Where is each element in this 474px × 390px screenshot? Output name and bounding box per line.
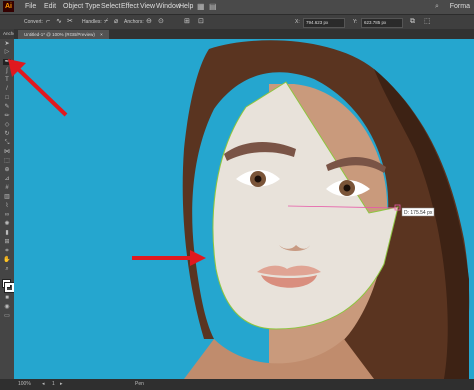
- left-pupil: [254, 175, 262, 183]
- draw-mode-icon[interactable]: ◉: [3, 304, 11, 310]
- arrow-annotation-jaw: [132, 250, 206, 266]
- arrange-documents-icon[interactable]: ▤: [209, 0, 217, 14]
- current-tool-status: Pen: [135, 381, 144, 387]
- menu-edit[interactable]: Edit: [44, 0, 56, 14]
- right-pupil: [343, 184, 351, 192]
- show-handles-icon[interactable]: ⌿: [104, 15, 108, 29]
- zoom-level[interactable]: 100%: [18, 379, 31, 390]
- close-tab-icon[interactable]: ×: [100, 32, 103, 37]
- selection-tool[interactable]: ➤: [3, 41, 11, 47]
- hand-tool[interactable]: ✋: [3, 257, 11, 263]
- canvas[interactable]: D: 175.54 px: [14, 39, 474, 379]
- isolate-icon[interactable]: ⬚: [424, 15, 431, 29]
- menu-view[interactable]: View: [140, 0, 155, 14]
- remove-anchor-icon[interactable]: ⊖: [146, 15, 152, 29]
- screen-mode-icon[interactable]: ▭: [3, 313, 11, 319]
- workspace-switcher[interactable]: Forma: [450, 0, 470, 14]
- convert-smooth-icon[interactable]: ∿: [56, 15, 62, 29]
- artboard-tool[interactable]: ⊞: [3, 239, 11, 245]
- menu-effect[interactable]: Effect: [121, 0, 139, 14]
- reference-point-icon[interactable]: ⊡: [198, 15, 204, 29]
- menu-bar: Ai File Edit Object Type Select Effect V…: [0, 0, 474, 14]
- column-graph-tool[interactable]: ▮: [3, 230, 11, 236]
- menu-file[interactable]: File: [25, 0, 36, 14]
- control-bar: Convert: ⌐ ∿ ✂ Handles: ⌿ ⌀ Anchors: ⊖ ⊙…: [0, 14, 474, 30]
- mesh-tool[interactable]: #: [3, 185, 11, 191]
- app-logo: Ai: [3, 1, 14, 12]
- shape-builder-tool[interactable]: ⊕: [3, 167, 11, 173]
- anchors-label: Anchors:: [124, 19, 144, 25]
- artwork: D: 175.54 px: [14, 39, 474, 379]
- y-field[interactable]: 623.785 px: [361, 18, 403, 28]
- convert-corner-icon[interactable]: ⌐: [46, 15, 50, 29]
- free-transform-tool[interactable]: ⬚: [3, 158, 11, 164]
- x-field[interactable]: 794.623 px: [303, 18, 345, 28]
- y-label: Y:: [353, 19, 358, 25]
- hide-handles-icon[interactable]: ⌀: [114, 15, 118, 29]
- transform-icon[interactable]: ⧉: [410, 15, 415, 29]
- handles-label: Handles:: [82, 19, 102, 25]
- perspective-tool[interactable]: ⊿: [3, 176, 11, 182]
- gradient-tool[interactable]: ▥: [3, 194, 11, 200]
- search-icon[interactable]: ⌕: [435, 0, 439, 14]
- artboard-next-icon[interactable]: ▸: [60, 379, 63, 390]
- menu-object[interactable]: Object: [63, 0, 83, 14]
- rotate-tool[interactable]: ↻: [3, 131, 11, 137]
- document-tab-label: Untitled-1* @ 100% (RGB/Preview): [24, 32, 95, 37]
- blend-tool[interactable]: ∞: [3, 212, 11, 218]
- cut-path-icon[interactable]: ✂: [67, 15, 73, 29]
- convert-label: Convert:: [24, 19, 43, 25]
- symbol-sprayer-tool[interactable]: ✺: [3, 221, 11, 227]
- artboard-prev-icon[interactable]: ◂: [42, 379, 45, 390]
- color-mode-icon[interactable]: ■: [3, 295, 11, 301]
- stroke-swatch[interactable]: [4, 282, 15, 293]
- artboard-number[interactable]: 1: [52, 379, 55, 390]
- eraser-tool[interactable]: ◇: [3, 122, 11, 128]
- menu-select[interactable]: Select: [101, 0, 120, 14]
- document-tab[interactable]: Untitled-1* @ 100% (RGB/Preview) ×: [18, 30, 109, 39]
- align-icon[interactable]: ⊞: [184, 15, 190, 29]
- slice-tool[interactable]: ⌗: [3, 248, 11, 254]
- menu-window[interactable]: Window: [156, 0, 181, 14]
- menu-help[interactable]: Help: [179, 0, 193, 14]
- width-tool[interactable]: ⋈: [3, 149, 11, 155]
- bridge-icon[interactable]: ▦: [197, 0, 205, 14]
- scale-tool[interactable]: ⤡: [3, 140, 11, 146]
- status-bar: 100% ◂ 1 ▸ Pen: [0, 379, 474, 390]
- zoom-tool[interactable]: ⌕: [3, 266, 11, 272]
- connect-anchors-icon[interactable]: ⊙: [158, 15, 164, 29]
- menu-type[interactable]: Type: [85, 0, 100, 14]
- arrow-annotation-pen: [8, 59, 68, 117]
- x-label: X:: [295, 19, 300, 25]
- eyedropper-tool[interactable]: ⌇: [3, 203, 11, 209]
- measure-tooltip: D: 175.54 px: [404, 210, 433, 216]
